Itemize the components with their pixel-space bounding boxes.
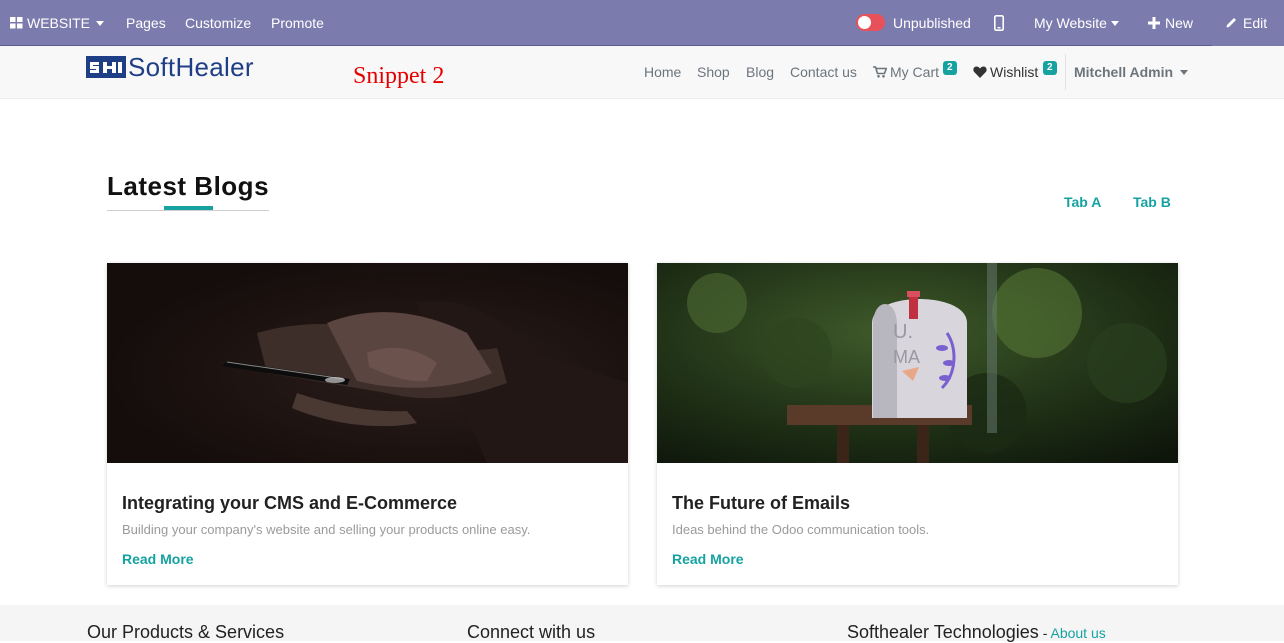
- heart-icon: [973, 66, 987, 78]
- nav-shop[interactable]: Shop: [697, 64, 730, 80]
- mobile-icon: [994, 15, 1004, 31]
- post-title[interactable]: Integrating your CMS and E-Commerce: [122, 493, 457, 514]
- footer-separator: -: [1038, 625, 1051, 641]
- svg-text:U.: U.: [893, 321, 913, 343]
- mailbox-image[interactable]: U. MA: [657, 263, 1178, 463]
- customize-menu[interactable]: Customize: [185, 0, 251, 46]
- shopping-cart-icon: [873, 66, 888, 78]
- nav-blog[interactable]: Blog: [746, 64, 774, 80]
- footer-heading-products: Our Products & Services: [87, 622, 285, 642]
- website-switcher-label: My Website: [1034, 15, 1107, 31]
- grid-icon: [10, 17, 23, 29]
- chevron-down-icon: [96, 21, 105, 26]
- nav-wishlist[interactable]: Wishlist: [973, 64, 1038, 80]
- cart-count-badge: 2: [943, 61, 957, 75]
- edit-button-label: Edit: [1243, 15, 1268, 31]
- title-accent-bar: [164, 206, 213, 210]
- tab-b[interactable]: Tab B: [1133, 194, 1171, 210]
- edit-button[interactable]: Edit: [1225, 0, 1267, 46]
- svg-text:MA: MA: [893, 347, 920, 367]
- read-more-link[interactable]: Read More: [672, 551, 744, 567]
- section-title: Latest Blogs: [107, 171, 270, 201]
- new-button-label: New: [1165, 15, 1194, 31]
- post-subtitle: Ideas behind the Odoo communication tool…: [672, 522, 930, 537]
- footer-heading-company: Softhealer Technologies - About us: [847, 622, 1106, 643]
- blog-card: Integrating your CMS and E-Commerce Buil…: [107, 263, 628, 585]
- mobile-preview-button[interactable]: [994, 0, 1004, 46]
- read-more-link[interactable]: Read More: [122, 551, 194, 567]
- user-menu[interactable]: Mitchell Admin: [1074, 64, 1189, 80]
- toggle-knob: [858, 16, 871, 29]
- snippet-label: Snippet 2: [353, 63, 445, 89]
- website-switcher[interactable]: My Website: [1034, 0, 1119, 46]
- new-button[interactable]: New: [1148, 0, 1193, 46]
- tab-a[interactable]: Tab A: [1064, 194, 1101, 210]
- nav-cart-label: My Cart: [890, 64, 939, 80]
- blog-card: U. MA The Future of Emails Ideas behind …: [657, 263, 1178, 585]
- footer-company-name: Softhealer Technologies: [847, 622, 1039, 642]
- chevron-down-icon: [1180, 70, 1189, 75]
- nav-cart[interactable]: My Cart: [873, 64, 939, 80]
- admin-bar: WEBSITE Pages Customize Promote Unpublis…: [0, 0, 1284, 46]
- promote-menu[interactable]: Promote: [271, 0, 324, 46]
- user-name: Mitchell Admin: [1074, 64, 1174, 80]
- website-menu-label: WEBSITE: [27, 15, 91, 31]
- nav-contact[interactable]: Contact us: [790, 64, 857, 80]
- plus-icon: [1148, 17, 1160, 29]
- hands-holding-phone-image[interactable]: [107, 263, 628, 463]
- publish-toggle[interactable]: [856, 14, 885, 31]
- footer-heading-connect: Connect with us: [467, 622, 596, 642]
- post-title[interactable]: The Future of Emails: [672, 493, 850, 514]
- site-header: SoftHealer Snippet 2 Home Shop Blog Cont…: [0, 46, 1284, 99]
- chevron-down-icon: [1110, 21, 1119, 26]
- pages-menu[interactable]: Pages: [126, 0, 166, 46]
- site-footer: Our Products & Services Connect with us …: [0, 605, 1284, 643]
- nav-home[interactable]: Home: [644, 64, 681, 80]
- title-underline: [107, 210, 269, 211]
- website-menu[interactable]: WEBSITE: [10, 0, 105, 46]
- nav-wishlist-label: Wishlist: [990, 64, 1039, 80]
- nav-divider: [1065, 54, 1066, 90]
- publish-status-label[interactable]: Unpublished: [893, 0, 971, 46]
- logo-mark: [86, 56, 126, 78]
- pencil-icon: [1226, 18, 1236, 28]
- wishlist-count-badge: 2: [1043, 61, 1057, 75]
- about-us-link[interactable]: About us: [1050, 625, 1105, 641]
- post-subtitle: Building your company's website and sell…: [122, 522, 531, 537]
- logo-text: SoftHealer: [128, 52, 254, 82]
